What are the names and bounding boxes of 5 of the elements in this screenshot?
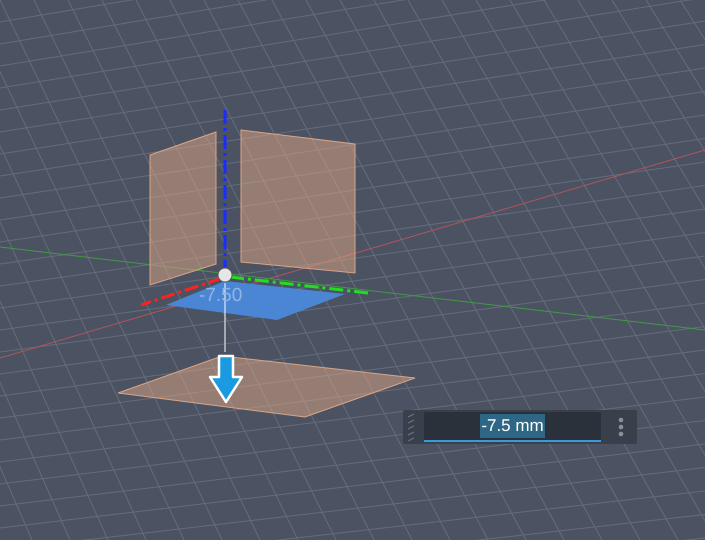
- down-arrow-icon[interactable]: [208, 354, 244, 404]
- drag-handle-icon[interactable]: [407, 413, 415, 441]
- more-options-icon[interactable]: [618, 417, 624, 437]
- origin-point[interactable]: [218, 268, 232, 282]
- value-input-field[interactable]: -7.5 mm: [424, 412, 601, 442]
